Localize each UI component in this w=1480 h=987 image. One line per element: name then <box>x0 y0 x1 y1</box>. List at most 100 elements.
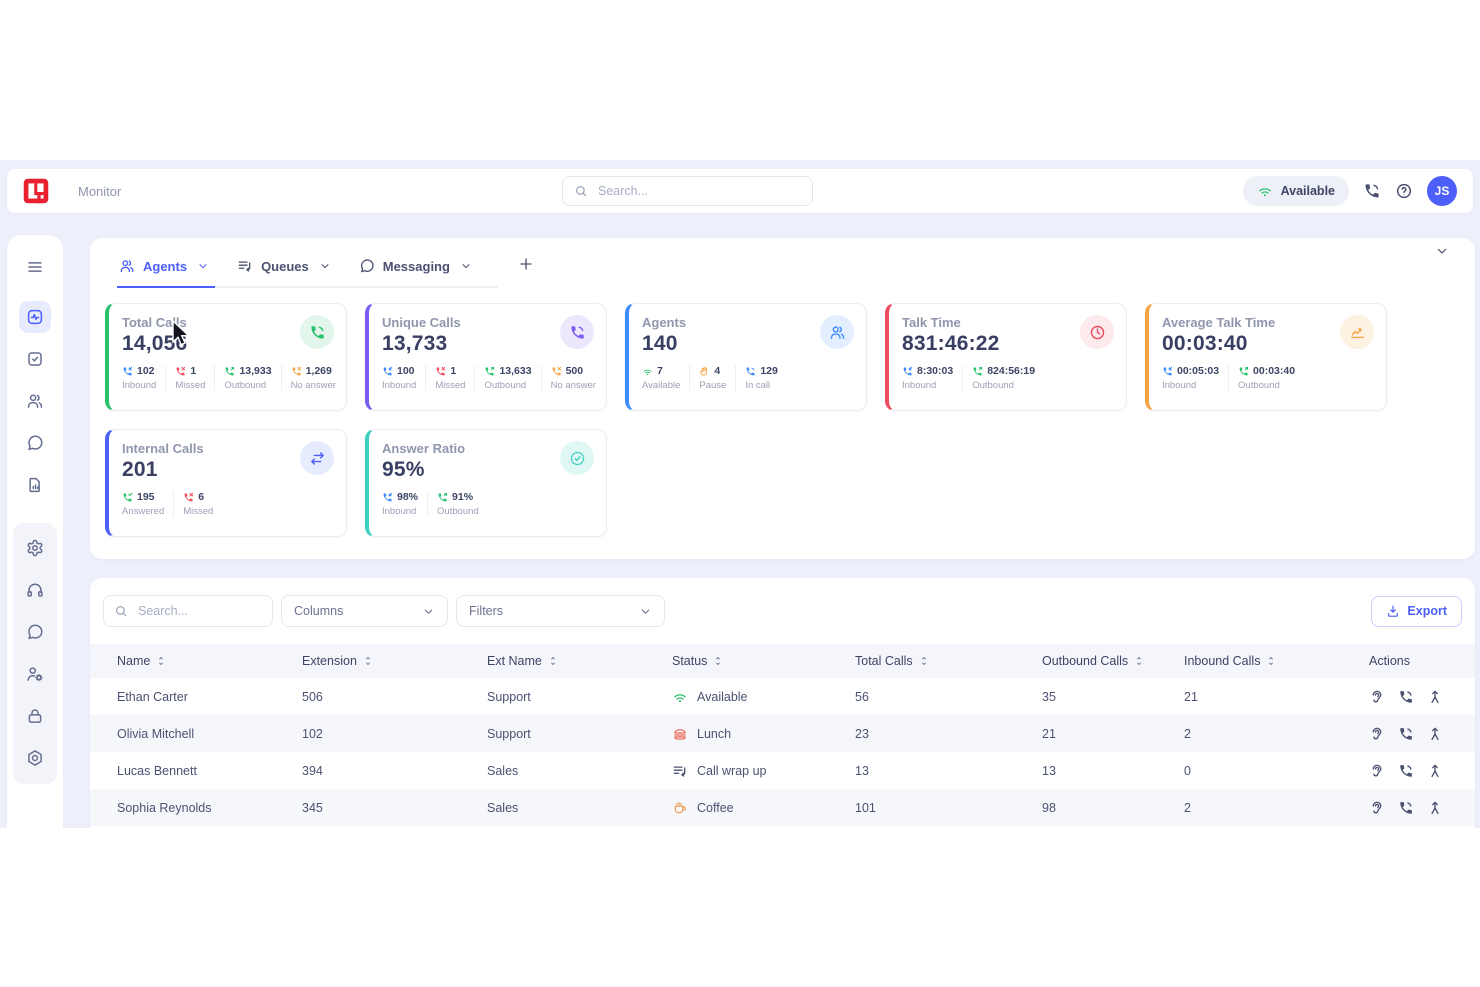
substat-value: 8:30:03 <box>917 365 953 377</box>
whisper-call-action-button[interactable] <box>1398 689 1414 705</box>
stat-card-substats: 98%Inbound 91%Outbound <box>382 491 594 517</box>
substat-value: 1 <box>190 365 196 377</box>
sidebar <box>7 235 63 828</box>
table-search[interactable] <box>103 595 273 627</box>
substat-value: 129 <box>760 365 778 377</box>
column-header-total-calls[interactable]: Total Calls <box>855 654 1042 668</box>
sidebar-item-security[interactable] <box>19 700 51 732</box>
table-row[interactable]: Lucas Bennett394SalesCall wrap up13130 <box>90 752 1475 789</box>
cell-actions <box>1360 800 1475 816</box>
cell-outbound-calls: 98 <box>1042 801 1184 815</box>
clock-icon <box>1089 324 1106 341</box>
sidebar-item-menu[interactable] <box>19 251 51 283</box>
sidebar-item-agents[interactable] <box>19 385 51 417</box>
phone-icon[interactable] <box>1363 182 1381 200</box>
messages-icon <box>26 623 44 641</box>
sidebar-item-messages[interactable] <box>19 616 51 648</box>
sidebar-item-support[interactable] <box>19 574 51 606</box>
substat-value: 4 <box>714 365 720 377</box>
sidebar-item-dashboard[interactable] <box>19 301 51 333</box>
tab-agents[interactable]: Agents <box>117 254 235 286</box>
phone-in-icon <box>382 492 393 503</box>
substat-value-line: 195 <box>122 491 164 503</box>
users-icon <box>829 324 846 341</box>
cell-ext_name: Sales <box>487 764 672 778</box>
filters-dropdown[interactable]: Filters <box>456 595 665 627</box>
sidebar-item-conversations[interactable] <box>19 427 51 459</box>
stat-card-badge <box>300 441 334 475</box>
substat-value-line: 824:56:19 <box>972 365 1035 377</box>
global-search[interactable] <box>562 176 813 206</box>
listen-action-button[interactable] <box>1369 689 1385 705</box>
stat-card-substats: 00:05:03Inbound00:03:40Outbound <box>1162 365 1374 391</box>
barge-in-action-button[interactable] <box>1427 689 1443 705</box>
stat-card-substats: 8:30:03Inbound824:56:19Outbound <box>902 365 1114 391</box>
cell-inbound-calls: 2 <box>1184 727 1360 741</box>
tab-messaging[interactable]: Messaging <box>357 254 498 286</box>
collapse-panel-chevron-down-icon[interactable] <box>1435 244 1449 258</box>
sort-icon <box>547 655 559 667</box>
table-row[interactable]: Olivia Mitchell102SupportLunch23212 <box>90 715 1475 752</box>
substat-value: 1,269 <box>306 365 332 377</box>
listen-action-button[interactable] <box>1369 763 1385 779</box>
phone-out-icon <box>972 366 983 377</box>
listen-action-button[interactable] <box>1369 800 1385 816</box>
barge-in-action-button[interactable] <box>1427 763 1443 779</box>
substat-value: 824:56:19 <box>987 365 1035 377</box>
avatar[interactable]: JS <box>1427 176 1457 206</box>
column-header-label: Outbound Calls <box>1042 654 1128 668</box>
sidebar-item-user-settings[interactable] <box>19 658 51 690</box>
substat-outbound: 13,933Outbound <box>224 365 281 391</box>
sidebar-item-tasks[interactable] <box>19 343 51 375</box>
burger-icon <box>672 726 688 742</box>
transfer-icon <box>309 450 326 467</box>
sidebar-item-integrations[interactable] <box>19 742 51 774</box>
column-header-label: Name <box>117 654 150 668</box>
phone-check-icon <box>122 492 133 503</box>
substat-label: Inbound <box>122 380 156 391</box>
column-header-inbound-calls[interactable]: Inbound Calls <box>1184 654 1360 668</box>
substat-value-line: 100 <box>382 365 416 377</box>
stat-card-badge <box>820 315 854 349</box>
export-button-label: Export <box>1407 604 1447 618</box>
column-header-status[interactable]: Status <box>672 654 855 668</box>
global-search-input[interactable] <box>596 183 801 199</box>
column-header-extension[interactable]: Extension <box>302 654 487 668</box>
listen-action-button[interactable] <box>1369 726 1385 742</box>
help-icon[interactable] <box>1395 182 1413 200</box>
substat-outbound: 91%Outbound <box>437 491 488 517</box>
stat-card-total-calls: Total Calls14,056102Inbound1Missed13,933… <box>105 303 347 411</box>
column-header-outbound-calls[interactable]: Outbound Calls <box>1042 654 1184 668</box>
chat-icon <box>359 258 375 274</box>
columns-dropdown[interactable]: Columns <box>281 595 448 627</box>
substat-inbound: 98%Inbound <box>382 491 428 517</box>
substat-value-line: 91% <box>437 491 479 503</box>
availability-pill[interactable]: Available <box>1243 176 1349 206</box>
add-tab-button[interactable] <box>518 256 534 272</box>
sidebar-item-reports[interactable] <box>19 469 51 501</box>
table-controls: Columns Filters Export <box>90 578 1475 627</box>
column-header-name[interactable]: Name <box>117 654 302 668</box>
table-search-input[interactable] <box>136 603 262 619</box>
table-row[interactable]: Sophia Reynolds345SalesCoffee101982 <box>90 789 1475 826</box>
tab-queues[interactable]: Queues <box>235 254 357 286</box>
whisper-call-action-button[interactable] <box>1398 726 1414 742</box>
column-header-ext-name[interactable]: Ext Name <box>487 654 672 668</box>
barge-in-action-button[interactable] <box>1427 726 1443 742</box>
substat-missed: 1Missed <box>435 365 475 391</box>
substat-value: 102 <box>137 365 155 377</box>
whisper-call-action-button[interactable] <box>1398 763 1414 779</box>
substat-value-line: 1,269 <box>291 365 336 377</box>
barge-in-action-button[interactable] <box>1427 800 1443 816</box>
substat-missed: 6Missed <box>183 491 222 517</box>
security-icon <box>26 707 44 725</box>
substat-value: 6 <box>198 491 204 503</box>
sort-icon <box>1133 655 1145 667</box>
whisper-call-action-button[interactable] <box>1398 800 1414 816</box>
sidebar-item-settings[interactable] <box>19 532 51 564</box>
phone-wave-icon <box>745 366 756 377</box>
table-row[interactable]: Ethan Carter506SupportAvailable563521 <box>90 678 1475 715</box>
search-icon <box>114 604 128 618</box>
export-button[interactable]: Export <box>1371 596 1462 627</box>
substat-no-answer: 500No answer <box>551 365 605 391</box>
